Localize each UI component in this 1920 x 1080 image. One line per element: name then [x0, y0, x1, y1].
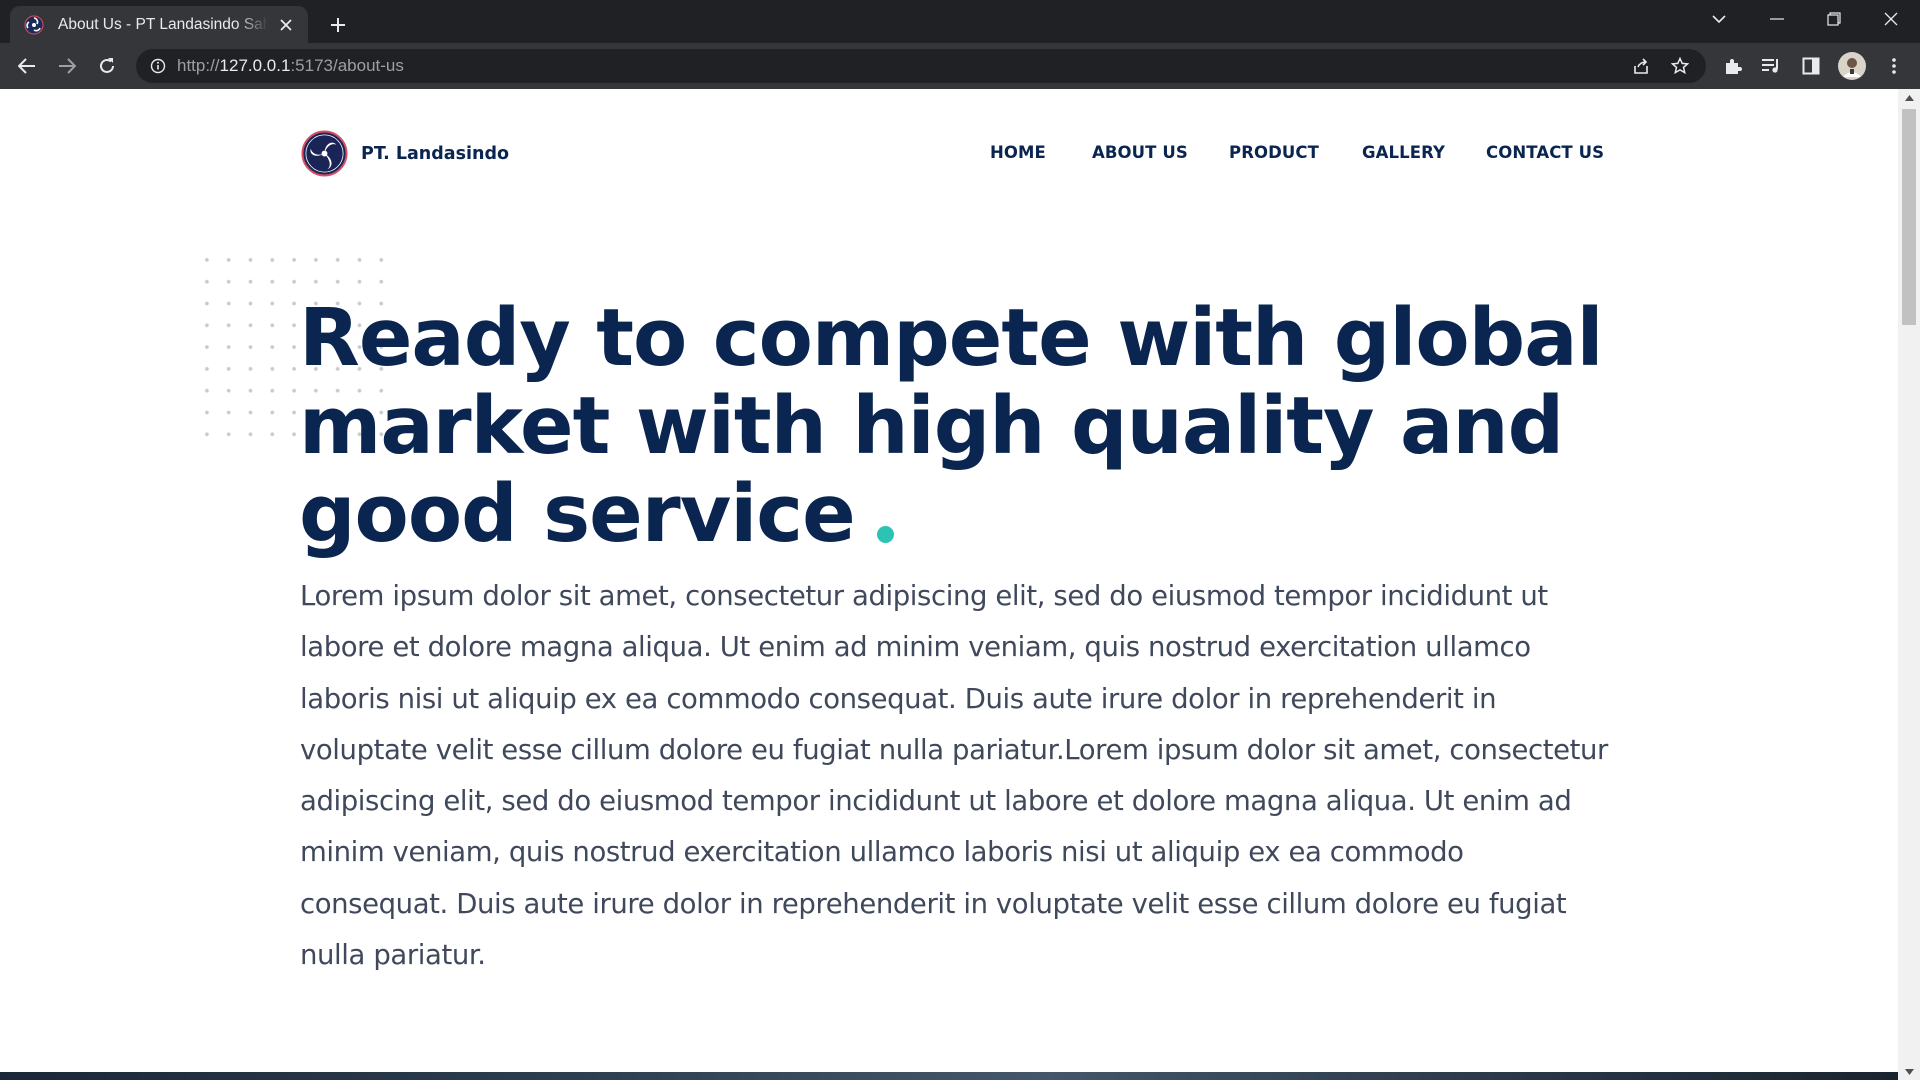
forward-arrow-icon[interactable]: [50, 49, 84, 83]
url-scheme: http://: [177, 56, 220, 75]
kebab-menu-icon[interactable]: [1882, 54, 1906, 78]
side-panel-icon[interactable]: [1799, 54, 1823, 78]
nav-gallery[interactable]: GALLERY: [1362, 143, 1445, 162]
close-window-icon[interactable]: [1862, 0, 1920, 38]
address-bar[interactable]: http://127.0.0.1:5173/about-us: [136, 49, 1706, 83]
scrollbar-thumb[interactable]: [1902, 109, 1916, 325]
tab-search-chevron-icon[interactable]: [1690, 0, 1748, 38]
page-viewport: PT. Landasindo HOME ABOUT US PRODUCT GAL…: [0, 89, 1898, 1080]
back-arrow-icon[interactable]: [10, 49, 44, 83]
new-tab-icon[interactable]: [322, 9, 354, 41]
url-path: :5173/about-us: [290, 56, 404, 75]
accent-dot: [876, 526, 894, 543]
star-icon[interactable]: [1670, 56, 1690, 76]
hero-description: Lorem ipsum dolor sit amet, consectetur …: [300, 580, 1608, 972]
minimize-icon[interactable]: [1748, 0, 1806, 38]
site-favicon-icon: [24, 14, 44, 35]
puzzle-icon[interactable]: [1721, 54, 1745, 78]
nav-product[interactable]: PRODUCT: [1229, 143, 1319, 162]
hero-image-top-edge: [0, 1072, 1898, 1080]
avatar[interactable]: [1838, 52, 1866, 80]
nav-contact-us[interactable]: CONTACT US: [1486, 143, 1604, 162]
share-icon[interactable]: [1631, 56, 1651, 76]
url-host: 127.0.0.1: [219, 56, 291, 75]
url-text[interactable]: http://127.0.0.1:5173/about-us: [177, 49, 404, 83]
page-scrollbar[interactable]: [1898, 89, 1920, 1080]
tab-close-icon[interactable]: [276, 15, 296, 35]
hero-title: Ready to compete with global market with…: [299, 294, 1629, 558]
nav-home[interactable]: HOME: [990, 143, 1046, 162]
browser-tabstrip: About Us - PT Landasindo Sahu Perkasa: [0, 0, 1920, 43]
hero-title-line-2: market with high quality and: [299, 380, 1564, 472]
hero-title-line-1: Ready to compete with global: [299, 292, 1604, 384]
info-icon[interactable]: [148, 56, 168, 76]
restore-icon[interactable]: [1805, 0, 1863, 38]
scroll-up-arrow-icon[interactable]: [1898, 89, 1920, 106]
scroll-down-arrow-icon[interactable]: [1898, 1063, 1920, 1080]
browser-toolbar: http://127.0.0.1:5173/about-us: [0, 43, 1920, 89]
brand-name: PT. Landasindo: [361, 143, 510, 164]
reload-icon[interactable]: [90, 49, 124, 83]
nav-about-us[interactable]: ABOUT US: [1092, 143, 1188, 162]
company-logo-icon: [301, 130, 348, 177]
tab-title: About Us - PT Landasindo Sahu Perkasa: [58, 15, 268, 33]
browser-tab[interactable]: About Us - PT Landasindo Sahu Perkasa: [10, 6, 308, 43]
brand-link[interactable]: PT. Landasindo: [301, 130, 509, 177]
hero-title-line-3: good service: [299, 468, 856, 560]
media-queue-icon[interactable]: [1759, 54, 1783, 78]
